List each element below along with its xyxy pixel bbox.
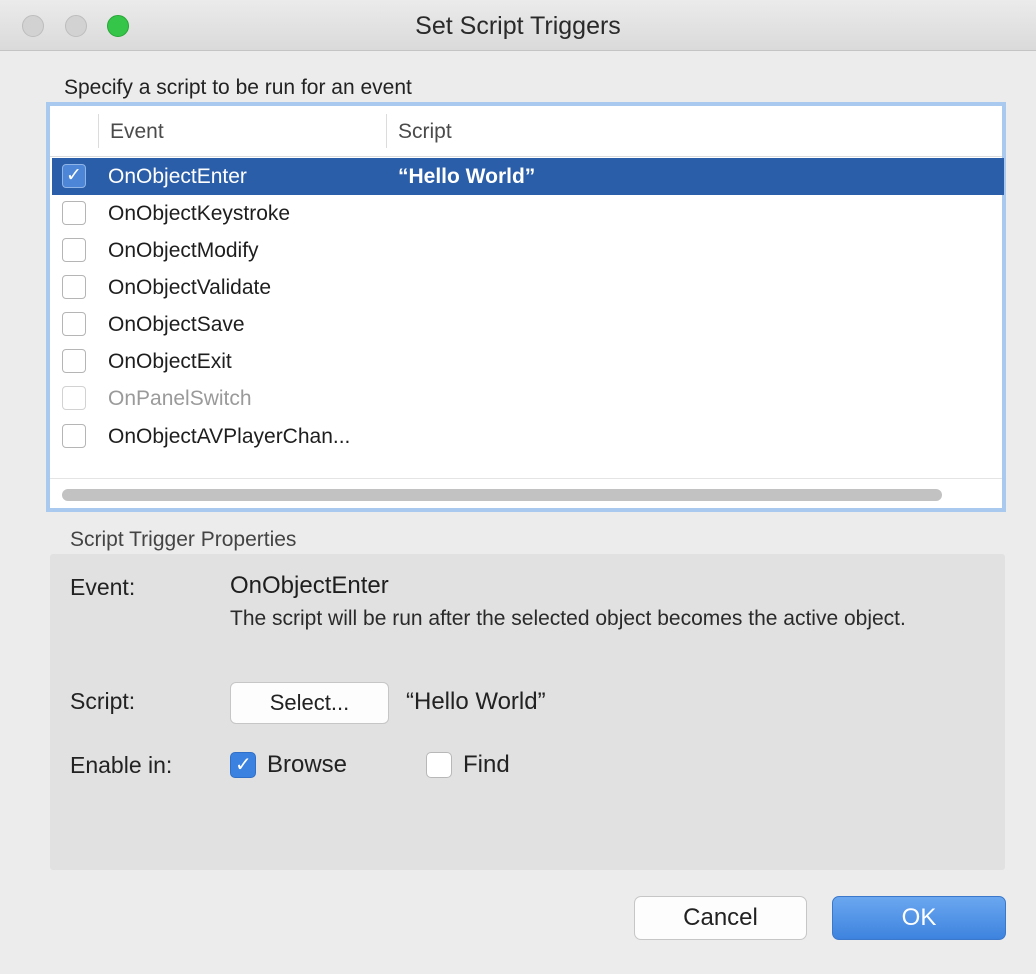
scrollbar-thumb[interactable] (62, 489, 942, 501)
column-header-script[interactable]: Script (398, 120, 452, 144)
column-divider (386, 114, 387, 148)
table-row[interactable]: ✓ OnObjectEnter “Hello World” (52, 158, 1004, 195)
table-row[interactable]: OnObjectAVPlayerChan... (52, 418, 1004, 455)
checkmark-icon: ✓ (66, 165, 82, 186)
title-bar: Set Script Triggers (0, 0, 1036, 51)
event-name: OnObjectModify (108, 239, 259, 262)
checkmark-icon: ✓ (235, 754, 252, 776)
script-label: Script: (70, 688, 136, 714)
event-label: Event: (70, 574, 136, 600)
table-row[interactable]: OnObjectKeystroke (52, 195, 1004, 232)
row-checkbox (62, 386, 86, 410)
event-name: OnObjectEnter (108, 165, 247, 188)
window-title: Set Script Triggers (415, 12, 621, 40)
select-script-button[interactable]: Select... (230, 682, 389, 724)
checkbox-box[interactable]: ✓ (230, 752, 256, 778)
row-checkbox[interactable] (62, 275, 86, 299)
event-name: OnObjectSave (108, 313, 245, 336)
browse-label: Browse (267, 751, 348, 778)
find-label: Find (463, 751, 510, 778)
event-list-label: Specify a script to be run for an event (64, 76, 412, 99)
table-row[interactable]: OnObjectSave (52, 306, 1004, 343)
ok-button[interactable]: OK (832, 896, 1006, 940)
event-name: OnObjectValidate (108, 276, 272, 299)
row-checkbox[interactable] (62, 201, 86, 225)
row-checkbox[interactable] (62, 349, 86, 373)
event-value: OnObjectEnter (230, 572, 389, 599)
column-header-event[interactable]: Event (110, 120, 164, 144)
event-name: OnObjectAVPlayerChan... (108, 425, 351, 448)
table-row[interactable]: OnObjectValidate (52, 269, 1004, 306)
properties-section-label: Script Trigger Properties (70, 528, 297, 551)
event-name: OnObjectKeystroke (108, 202, 291, 225)
checkbox-box[interactable] (426, 752, 452, 778)
enable-in-label: Enable in: (70, 752, 173, 778)
selected-script-name: “Hello World” (406, 688, 546, 715)
table-row[interactable]: OnObjectExit (52, 343, 1004, 380)
row-checkbox[interactable]: ✓ (62, 164, 86, 188)
row-checkbox[interactable] (62, 238, 86, 262)
table-row[interactable]: OnObjectModify (52, 232, 1004, 269)
event-name: OnPanelSwitch (108, 387, 252, 410)
row-checkbox[interactable] (62, 312, 86, 336)
properties-panel: Event: OnObjectEnter The script will be … (50, 554, 1005, 870)
table-row: OnPanelSwitch (52, 380, 1004, 417)
event-table[interactable]: Event Script ✓ OnObjectEnter “Hello Worl… (46, 102, 1006, 512)
table-header: Event Script (50, 106, 1002, 157)
script-name: “Hello World” (398, 165, 536, 188)
row-checkbox[interactable] (62, 424, 86, 448)
event-description: The script will be run after the selecte… (230, 607, 906, 630)
column-divider (98, 114, 99, 148)
horizontal-scrollbar[interactable] (50, 478, 1002, 509)
event-name: OnObjectExit (108, 350, 232, 373)
cancel-button[interactable]: Cancel (634, 896, 807, 940)
